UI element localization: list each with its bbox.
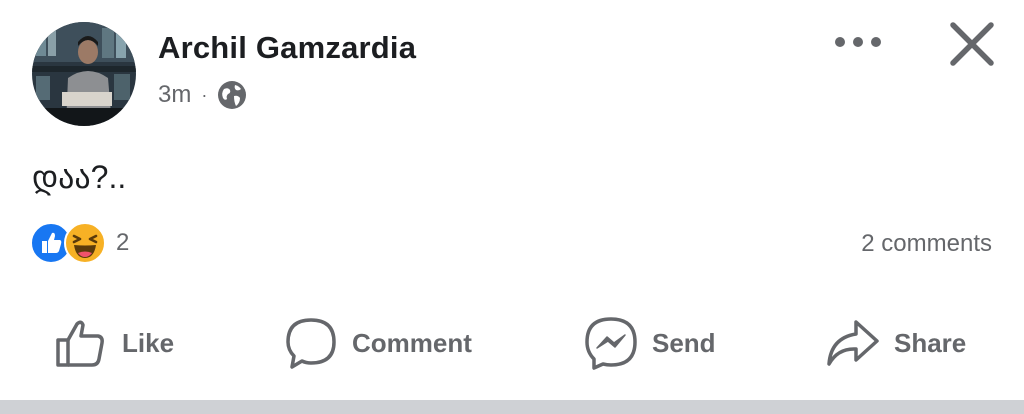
post-actions: Like Comment Send Share: [0, 312, 1024, 374]
send-label: Send: [652, 327, 716, 358]
send-button[interactable]: Send: [584, 312, 716, 374]
author-name[interactable]: Archil Gamzardia: [158, 30, 416, 66]
messenger-icon: [585, 317, 637, 370]
comment-button[interactable]: Comment: [284, 312, 472, 374]
comment-label: Comment: [352, 327, 472, 358]
reaction-count: 2: [116, 229, 130, 256]
share-label: Share: [894, 327, 967, 358]
meta-separator: ·: [201, 84, 208, 105]
like-icon: [56, 320, 104, 367]
like-label: Like: [122, 327, 175, 358]
post-meta: 3m ·: [158, 80, 247, 110]
close-icon: [950, 22, 994, 66]
close-button[interactable]: [946, 18, 998, 70]
avatar[interactable]: [32, 22, 136, 126]
more-options-button[interactable]: [830, 28, 886, 56]
share-icon: [827, 320, 879, 366]
haha-reaction-icon: [64, 222, 106, 264]
reactions-summary[interactable]: 2: [30, 222, 129, 264]
globe-icon[interactable]: [217, 80, 247, 110]
divider: [0, 400, 1024, 414]
share-button[interactable]: Share: [826, 312, 966, 374]
post-card: Archil Gamzardia 3m · დაა?.. 2 2 comment…: [0, 0, 1024, 400]
like-button[interactable]: Like: [54, 312, 174, 374]
comments-count[interactable]: 2 comments: [861, 230, 992, 258]
post-time[interactable]: 3m: [158, 81, 191, 109]
post-text: დაა?..: [32, 159, 127, 195]
more-options-icon: [835, 37, 881, 47]
comment-icon: [286, 318, 336, 369]
